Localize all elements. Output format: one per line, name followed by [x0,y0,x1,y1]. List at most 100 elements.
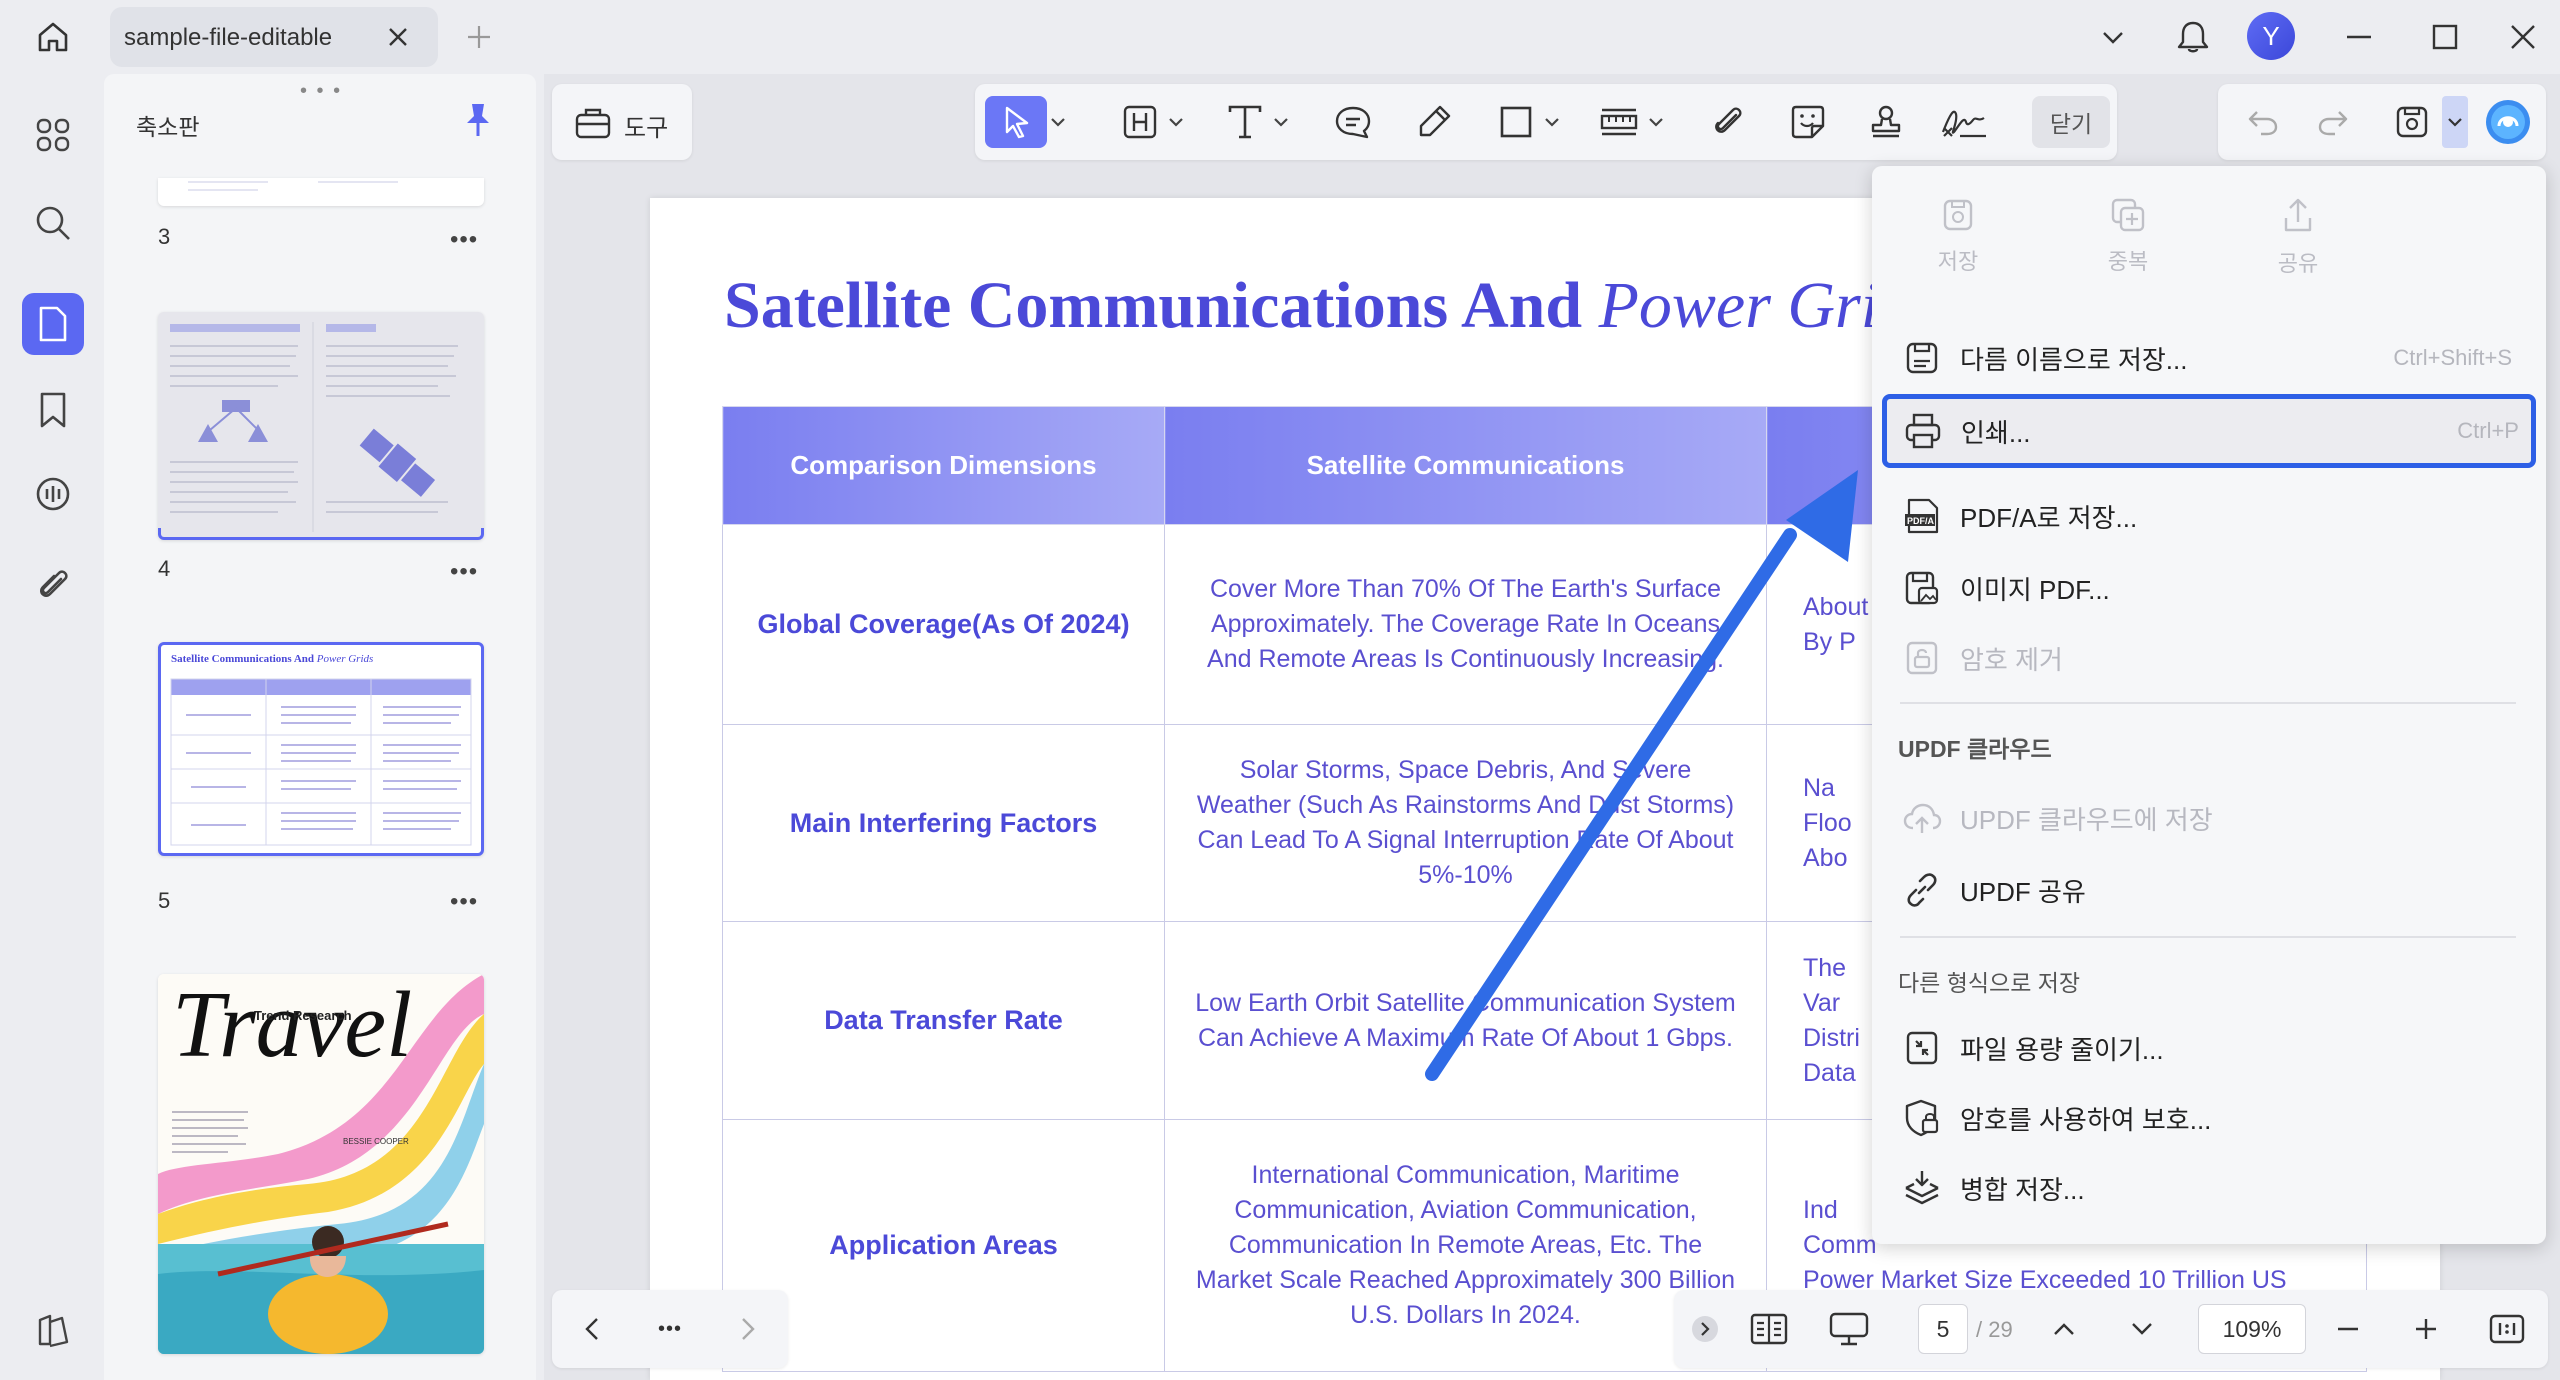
heading-icon[interactable] [1117,96,1163,148]
thumbnail-hover-border [158,528,484,540]
save-dropdown-menu: 저장 중복 공유 다름 이름으로 저장... Ctrl+Shift+S 인쇄..… [1872,166,2546,1244]
attach-file-icon[interactable] [1705,96,1751,148]
chevron-down-icon[interactable] [2090,14,2136,60]
sticker-icon[interactable] [1785,96,1831,148]
chevron-down-icon[interactable] [1047,96,1069,148]
annotation-toolbar: 닫기 [975,84,2117,160]
menu-save-button[interactable]: 저장 [1898,196,2018,276]
menu-item-remove-password[interactable]: 암호 제거 [1900,626,2524,690]
undo-icon[interactable] [2238,96,2288,148]
comments-icon[interactable] [22,464,84,526]
close-tools-button[interactable]: 닫기 [2032,96,2110,148]
page-thumbnail[interactable] [158,312,484,540]
thumbnail-panel: • • • 축소판 3 ••• 4 ••• Satellite Communic… [104,74,536,1380]
previous-page-icon[interactable] [570,1304,614,1354]
menu-item-save-to-cloud[interactable]: UPDF 클라우드에 저장 [1900,786,2524,850]
text-icon[interactable] [1222,96,1268,148]
rectangle-shape-icon[interactable] [1493,96,1539,148]
page-up-icon[interactable] [2044,1304,2084,1354]
menu-separator [1900,702,2516,704]
save-menu-chevron-icon[interactable] [2442,96,2468,148]
menu-item-image-pdf[interactable]: 이미지 PDF... [1900,556,2524,620]
zoom-in-icon[interactable] [2404,1304,2448,1354]
redo-icon[interactable] [2308,96,2358,148]
panel-title: 축소판 [136,114,200,140]
notification-bell-icon[interactable] [2170,14,2216,60]
search-icon[interactable] [22,192,84,254]
select-pointer-icon[interactable] [985,96,1047,148]
save-icon[interactable] [2388,96,2436,148]
user-avatar[interactable]: Y [2247,12,2295,60]
shield-lock-icon [1900,1096,1944,1140]
new-tab-icon[interactable] [462,20,496,54]
bookmark-icon[interactable] [22,379,84,441]
stamp-icon[interactable] [1863,96,1909,148]
menu-item-shortcut: Ctrl+Shift+S [2393,345,2512,370]
themes-icon[interactable] [22,1300,84,1362]
menu-duplicate-label: 중복 [2107,249,2149,274]
chevron-down-icon[interactable] [1645,96,1667,148]
close-tab-icon[interactable] [382,21,414,53]
menu-item-label: UPDF 클라우드에 저장 [1960,804,2213,835]
next-page-icon[interactable] [726,1304,770,1354]
page-number: 4 [158,556,171,581]
attachment-icon[interactable] [22,554,84,616]
page-more-button[interactable]: ••• [450,558,478,586]
maximize-icon[interactable] [2422,14,2468,60]
page-thumbnail[interactable] [158,178,484,206]
close-window-icon[interactable] [2500,14,2546,60]
total-pages: / 29 [1976,1317,2013,1342]
document-title: Satellite Communications And Power Gri [724,269,1880,342]
menu-item-label: 암호를 사용하여 보호... [1960,1104,2212,1135]
table-cell: Data Transfer Rate [722,921,1165,1120]
chevron-down-icon[interactable] [1165,96,1187,148]
chevron-down-icon[interactable] [1270,96,1292,148]
tools-label[interactable]: 도구 [624,108,668,143]
page-layout-icon[interactable] [1744,1304,1794,1354]
menu-item-save-as[interactable]: 다름 이름으로 저장... Ctrl+Shift+S [1900,326,2524,390]
home-icon[interactable] [30,14,76,60]
page-down-icon[interactable] [2122,1304,2162,1354]
measure-icon[interactable] [1595,96,1643,148]
presentation-icon[interactable] [1824,1304,1874,1354]
compress-icon [1900,1026,1944,1070]
thumbnails-grid-icon[interactable] [22,104,84,166]
menu-item-protect-password[interactable]: 암호를 사용하여 보호... [1900,1086,2524,1150]
image-pdf-icon [1900,566,1944,610]
menu-share-button[interactable]: 공유 [2238,196,2358,278]
signature-icon[interactable] [1937,96,1993,148]
chevron-down-icon[interactable] [1541,96,1563,148]
pages-icon[interactable] [22,293,84,355]
menu-duplicate-button[interactable]: 중복 [2068,196,2188,276]
menu-item-label: 파일 용량 줄이기... [1960,1034,2164,1065]
actual-size-icon[interactable] [2482,1304,2532,1354]
menu-item-print[interactable]: 인쇄... Ctrl+P [1882,394,2536,468]
menu-item-save-pdfa[interactable]: PDF/A PDF/A로 저장... [1900,484,2524,548]
highlighter-icon[interactable] [1411,96,1457,148]
zoom-out-icon[interactable] [2326,1304,2370,1354]
menu-item-label: 암호 제거 [1960,644,2063,675]
menu-item-merge-save[interactable]: 병합 저장... [1900,1156,2524,1220]
table-header-cell: Satellite Communications [1164,406,1767,525]
page-more-button[interactable]: ••• [450,888,478,916]
view-controls-bar: 5 / 29 109% [1674,1290,2548,1368]
menu-item-reduce-size[interactable]: 파일 용량 줄이기... [1900,1016,2524,1080]
tab-title: sample-file-editable [124,24,333,51]
minimize-icon[interactable] [2336,14,2382,60]
comment-icon[interactable] [1330,96,1376,148]
expand-arrow-icon[interactable] [1688,1304,1722,1354]
cloud-upload-icon [1900,796,1944,840]
drag-handle[interactable]: • • • [300,80,342,103]
document-tab[interactable]: sample-file-editable [110,7,438,67]
pin-icon[interactable] [458,100,498,140]
ai-assistant-icon[interactable] [2480,96,2536,148]
menu-item-label: 인쇄... [1961,417,2031,448]
more-options-button[interactable]: ••• [648,1304,692,1354]
current-page-input[interactable]: 5 [1918,1304,1968,1354]
tools-toolbar: 도구 [552,84,692,160]
menu-item-updf-share[interactable]: UPDF 공유 [1900,858,2524,922]
page-more-button[interactable]: ••• [450,226,478,254]
page-thumbnail[interactable]: Travel Trend Research BESSIE COOPER [158,974,484,1354]
page-thumbnail-selected[interactable]: Satellite Communications And Power Grids [158,642,484,856]
zoom-level-input[interactable]: 109% [2198,1304,2306,1354]
